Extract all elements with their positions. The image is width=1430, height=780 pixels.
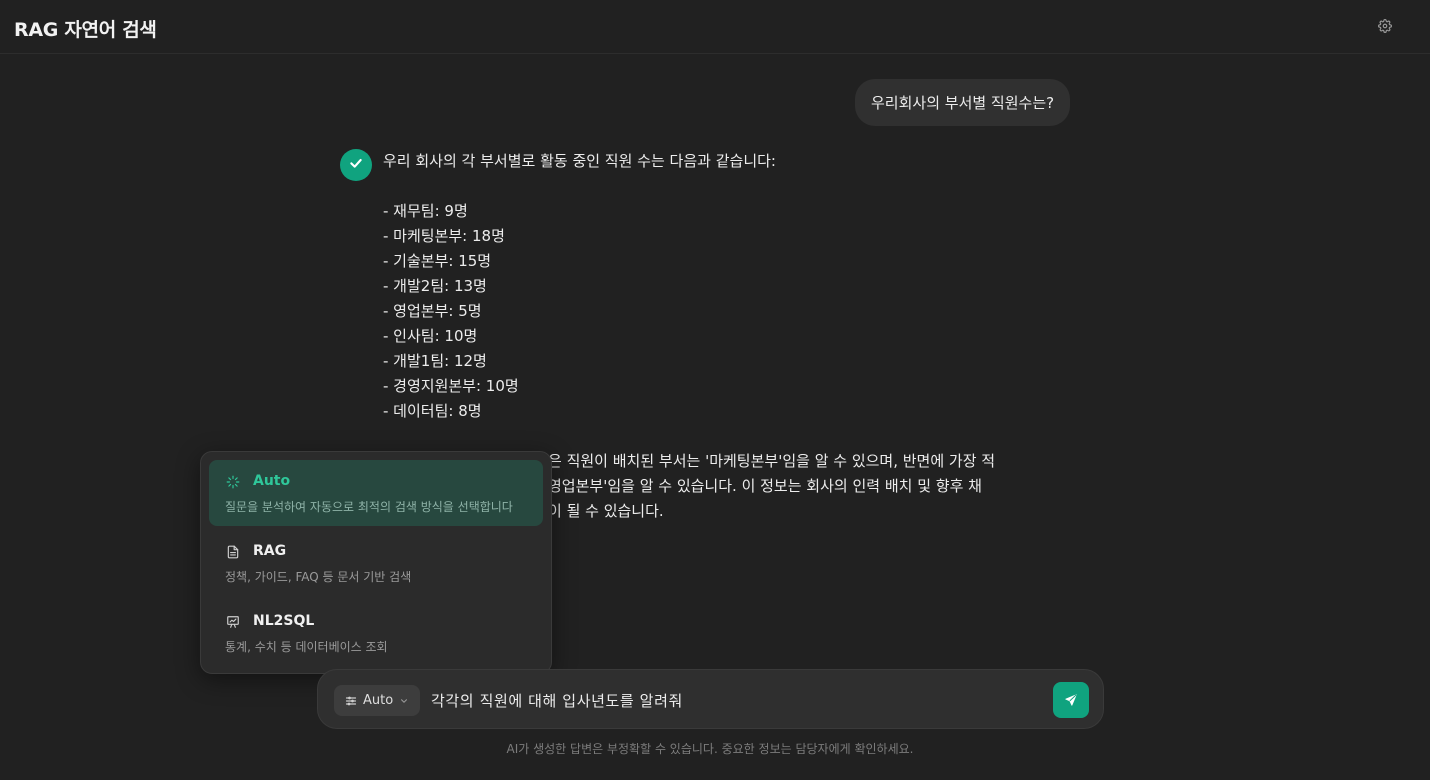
mode-option-nl2sql[interactable]: NL2SQL 통계, 수치 등 데이터베이스 조회 [209,600,543,666]
chat-input-bar: Auto [317,669,1104,729]
list-item: - 재무팀: 9명 [383,202,468,220]
sliders-icon [345,695,357,707]
disclaimer-text: AI가 생성한 답변은 부정확할 수 있습니다. 중요한 정보는 담당자에게 확… [506,742,914,756]
mode-selector-label: Auto [363,693,394,708]
list-item: - 기술본부: 15명 [383,252,492,270]
summary-line: 은 직원이 배치된 부서는 '마케팅본부'임을 알 수 있으며, 반면에 가장 … [548,452,996,470]
list-item: - 경영지원본부: 10명 [383,377,519,395]
gear-icon [1378,18,1392,37]
user-message: 우리회사의 부서별 직원수는? [855,79,1071,126]
mode-dropdown-menu: Auto 질문을 분석하여 자동으로 최적의 검색 방식을 선택합니다 RAG … [200,451,552,674]
list-item: - 영업본부: 5명 [383,302,482,320]
summary-line: 이 될 수 있습니다. [548,502,664,520]
app-title: RAG 자연어 검색 [14,19,157,41]
settings-button[interactable] [1374,16,1396,38]
mode-option-description: 통계, 수치 등 데이터베이스 조회 [225,640,388,654]
summary-line: 영업본부'임을 알 수 있습니다. 이 정보는 회사의 인력 배치 및 향후 채 [548,477,982,495]
mode-option-name: NL2SQL [253,613,315,629]
mode-option-auto[interactable]: Auto 질문을 분석하여 자동으로 최적의 검색 방식을 선택합니다 [209,460,543,526]
sparkle-icon [225,474,241,490]
check-icon [348,155,364,175]
list-item: - 데이터팀: 8명 [383,402,482,420]
list-item: - 마케팅본부: 18명 [383,227,505,245]
mode-option-rag[interactable]: RAG 정책, 가이드, FAQ 등 문서 기반 검색 [209,530,543,596]
mode-option-description: 질문을 분석하여 자동으로 최적의 검색 방식을 선택합니다 [225,500,513,514]
mode-selector-button[interactable]: Auto [334,685,420,716]
department-list: - 재무팀: 9명 - 마케팅본부: 18명 - 기술본부: 15명 - 개발2… [383,199,1023,424]
list-item: - 개발1팀: 12명 [383,352,487,370]
list-item: - 개발2팀: 13명 [383,277,487,295]
send-icon [1064,693,1078,707]
chat-input[interactable] [429,686,1029,714]
chart-icon [225,614,241,630]
app-header: RAG 자연어 검색 [0,0,1430,54]
list-item: - 인사팀: 10명 [383,327,478,345]
assistant-avatar [340,149,372,181]
mode-option-name: Auto [253,473,291,489]
assistant-intro: 우리 회사의 각 부서별로 활동 중인 직원 수는 다음과 같습니다: [383,152,776,170]
mode-option-name: RAG [253,543,287,559]
send-button[interactable] [1053,682,1089,718]
chevron-down-icon [399,696,409,706]
mode-option-description: 정책, 가이드, FAQ 등 문서 기반 검색 [225,570,412,584]
document-icon [225,544,241,560]
